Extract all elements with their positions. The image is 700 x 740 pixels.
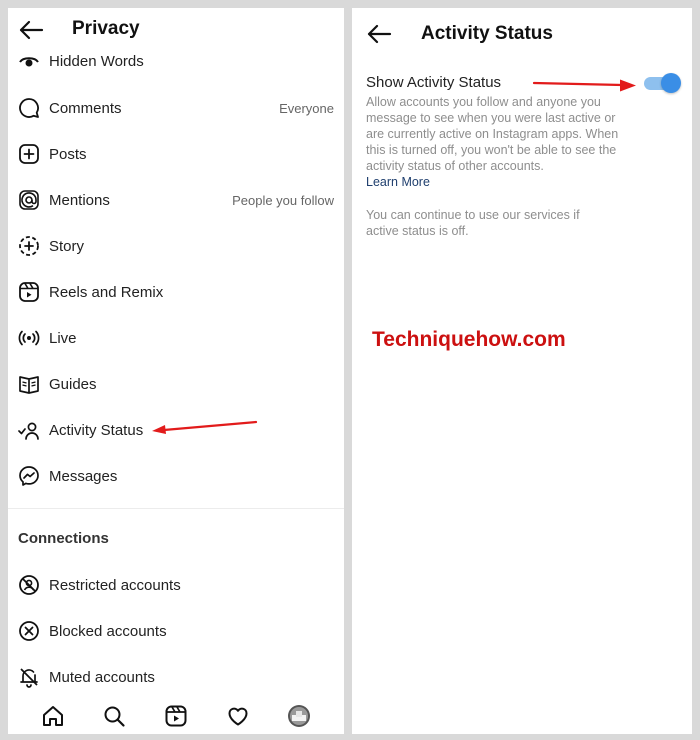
privacy-item-guides[interactable]: Guides bbox=[18, 369, 334, 399]
annotation-arrow bbox=[532, 79, 636, 92]
privacy-item-hidden-words[interactable]: Hidden Words bbox=[18, 46, 334, 76]
activity-status-icon bbox=[18, 419, 40, 441]
privacy-item-posts[interactable]: Posts bbox=[18, 139, 334, 169]
item-label: Live bbox=[49, 329, 77, 347]
back-arrow-icon[interactable] bbox=[18, 20, 44, 40]
section-divider bbox=[8, 508, 344, 509]
item-label: Messages bbox=[49, 467, 118, 485]
activity-status-toggle[interactable] bbox=[644, 73, 681, 93]
item-label: Muted accounts bbox=[49, 668, 155, 686]
item-label: Guides bbox=[49, 375, 97, 393]
profile-avatar[interactable] bbox=[286, 703, 312, 729]
privacy-screen: Privacy Hidden Words Comments Everyone P… bbox=[8, 8, 344, 734]
privacy-item-comments[interactable]: Comments Everyone bbox=[18, 93, 334, 123]
messenger-icon bbox=[18, 465, 40, 487]
search-icon[interactable] bbox=[101, 703, 127, 729]
item-label: Mentions bbox=[49, 191, 110, 209]
privacy-item-live[interactable]: Live bbox=[18, 323, 334, 353]
live-icon bbox=[18, 327, 40, 349]
comment-icon bbox=[18, 97, 40, 119]
story-add-icon bbox=[18, 235, 40, 257]
reels-icon bbox=[18, 281, 40, 303]
eye-icon bbox=[18, 50, 40, 72]
plus-square-icon bbox=[18, 143, 40, 165]
watermark-text: Techniquehow.com bbox=[372, 328, 566, 351]
privacy-item-story[interactable]: Story bbox=[18, 231, 334, 261]
reels-nav-icon[interactable] bbox=[163, 703, 189, 729]
item-label: Hidden Words bbox=[49, 52, 144, 70]
activity-status-screen: Activity Status Show Activity Status All… bbox=[352, 8, 692, 734]
bottom-nav bbox=[8, 698, 344, 734]
at-icon bbox=[18, 189, 40, 211]
privacy-item-muted[interactable]: Muted accounts bbox=[18, 662, 334, 692]
blocked-icon bbox=[18, 620, 40, 642]
privacy-item-mentions[interactable]: Mentions People you follow bbox=[18, 185, 334, 215]
item-label: Restricted accounts bbox=[49, 576, 181, 594]
toggle-knob bbox=[661, 73, 681, 93]
home-icon[interactable] bbox=[40, 703, 66, 729]
item-value: Everyone bbox=[279, 100, 334, 116]
setting-description: Allow accounts you follow and anyone you… bbox=[366, 95, 619, 173]
item-label: Reels and Remix bbox=[49, 283, 164, 301]
page-title: Activity Status bbox=[421, 23, 553, 44]
privacy-item-blocked[interactable]: Blocked accounts bbox=[18, 616, 334, 646]
item-label: Blocked accounts bbox=[49, 622, 167, 640]
back-arrow-icon[interactable] bbox=[366, 24, 392, 44]
annotation-arrow bbox=[152, 420, 258, 434]
item-label: Story bbox=[49, 237, 85, 255]
guides-icon bbox=[18, 373, 40, 395]
muted-icon bbox=[18, 666, 40, 688]
item-value: People you follow bbox=[232, 192, 334, 208]
page-title: Privacy bbox=[72, 18, 140, 39]
privacy-item-reels-remix[interactable]: Reels and Remix bbox=[18, 277, 334, 307]
heart-icon[interactable] bbox=[225, 703, 251, 729]
privacy-item-restricted[interactable]: Restricted accounts bbox=[18, 570, 334, 600]
item-label: Posts bbox=[49, 145, 87, 163]
setting-note: You can continue to use our services if … bbox=[366, 208, 580, 238]
learn-more-link[interactable]: Learn More bbox=[366, 175, 430, 189]
privacy-item-messages[interactable]: Messages bbox=[18, 461, 334, 491]
item-label: Activity Status bbox=[49, 421, 144, 439]
item-label: Comments bbox=[49, 99, 122, 117]
restricted-icon bbox=[18, 574, 40, 596]
show-activity-status-label: Show Activity Status bbox=[366, 74, 502, 91]
connections-header: Connections bbox=[18, 530, 109, 547]
